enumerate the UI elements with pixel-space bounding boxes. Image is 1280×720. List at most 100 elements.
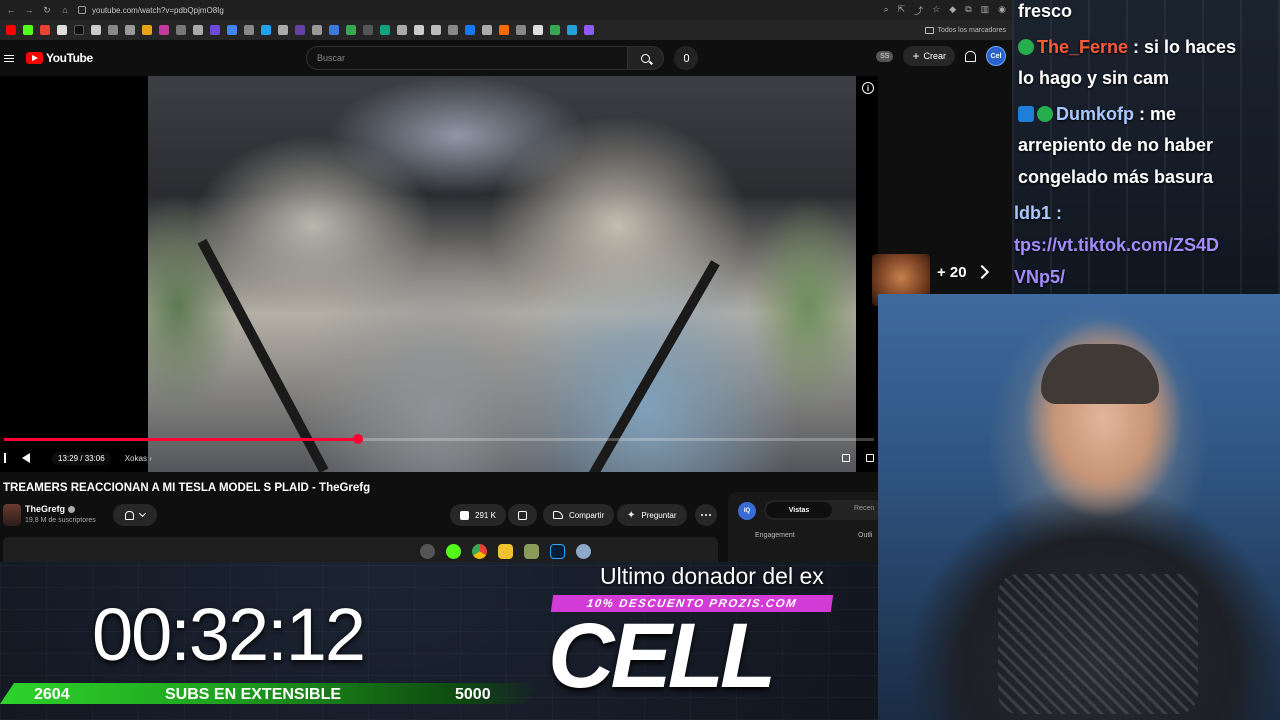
bookmark-instagram-icon[interactable] <box>159 25 169 35</box>
browser-toolbar-icons: ⌕ ⇱ ⤴ ☆ ◆ ⧉ ▥ ◉ <box>884 4 1006 17</box>
volume-icon[interactable] <box>22 453 30 463</box>
url-field[interactable]: youtube.com/watch?v=pdbQpjmO8Ig <box>78 6 876 15</box>
reload-icon[interactable]: ↻ <box>42 5 52 16</box>
home-icon[interactable]: ⌂ <box>60 5 70 15</box>
bookmark-icon[interactable] <box>584 25 594 35</box>
dislike-button[interactable] <box>508 504 537 526</box>
bookmark-gmail-icon[interactable] <box>40 25 50 35</box>
bookmark-icon[interactable] <box>142 25 152 35</box>
bookmark-tiktok-icon[interactable] <box>74 25 84 35</box>
bookmark-icon[interactable] <box>227 25 237 35</box>
extension-logo[interactable]: IQ <box>738 502 756 520</box>
miniplayer-icon[interactable] <box>842 454 850 462</box>
bookmark-icon[interactable] <box>125 25 135 35</box>
chat-text: lo hago y sin cam <box>1018 68 1170 88</box>
taskbar-app-icon[interactable] <box>446 543 461 559</box>
pause-icon[interactable] <box>4 453 8 463</box>
time-display: 13:29 / 33:06 <box>52 451 111 465</box>
bookmark-icon[interactable] <box>533 25 543 35</box>
youtube-logo[interactable]: YouTube <box>26 51 93 65</box>
account-avatar[interactable]: Cel <box>986 46 1006 66</box>
video-frame[interactable] <box>148 76 856 472</box>
search-button[interactable] <box>628 46 664 70</box>
star-icon[interactable]: ☆ <box>932 4 940 17</box>
voice-search-button[interactable] <box>674 46 698 70</box>
bookmark-icon[interactable] <box>482 25 492 35</box>
bookmark-icon[interactable] <box>244 25 254 35</box>
bookmark-icon[interactable] <box>431 25 441 35</box>
bookmark-icon[interactable] <box>397 25 407 35</box>
bookmark-icon[interactable] <box>346 25 356 35</box>
extension-badge[interactable]: SS <box>876 50 894 62</box>
back-icon[interactable]: ← <box>6 5 16 15</box>
bookmark-p-icon[interactable] <box>91 25 101 35</box>
more-actions-button[interactable] <box>695 504 717 526</box>
channel-row: TheGrefg 19,8 M de suscriptores 291 K Co… <box>3 502 718 530</box>
tab-recent[interactable]: Recen <box>854 505 874 512</box>
channel-avatar[interactable] <box>3 504 21 526</box>
like-button[interactable]: 291 K <box>450 504 506 526</box>
profile-icon[interactable]: ◉ <box>998 4 1006 17</box>
tab-views[interactable]: Vistas <box>766 502 832 518</box>
bookmarks-folder[interactable]: Todos los marcadores <box>924 26 1006 34</box>
bookmark-icon[interactable] <box>499 25 509 35</box>
fullscreen-icon[interactable] <box>866 454 874 462</box>
last-donor-title: Ultimo donador del ex <box>600 563 824 589</box>
taskbar-app-icon[interactable] <box>524 543 539 559</box>
chat-link-text: VNp5/ <box>1014 267 1066 287</box>
progress-bar[interactable] <box>4 434 874 444</box>
bookmark-icon[interactable] <box>193 25 203 35</box>
video-title: TREAMERS REACCIONAN A MI TESLA MODEL S P… <box>3 482 371 494</box>
menu-icon[interactable] <box>4 54 14 62</box>
bookmark-icon[interactable] <box>278 25 288 35</box>
taskbar-app-icon[interactable] <box>576 543 591 559</box>
ask-button[interactable]: ✦ Preguntar <box>617 504 687 526</box>
subscription-bell-button[interactable] <box>113 504 157 526</box>
description-box[interactable] <box>3 537 718 562</box>
taskbar-chrome-icon[interactable] <box>472 543 487 559</box>
taskbar-photoshop-icon[interactable] <box>550 543 565 559</box>
bookmark-icon[interactable] <box>312 25 322 35</box>
notifications-icon[interactable] <box>965 50 976 62</box>
bookmark-icon[interactable] <box>261 25 271 35</box>
chapter-button[interactable]: Xokas › <box>125 454 152 463</box>
install-icon[interactable]: ⇱ <box>898 4 906 17</box>
create-button[interactable]: + Crear <box>903 46 955 66</box>
bookmark-x-icon[interactable] <box>57 25 67 35</box>
microphone-icon <box>683 54 689 62</box>
forward-icon[interactable]: → <box>24 5 34 15</box>
bookmark-icon[interactable] <box>295 25 305 35</box>
bookmark-icon[interactable] <box>108 25 118 35</box>
bookmark-chatgpt-icon[interactable] <box>380 25 390 35</box>
taskbar-folder-icon[interactable] <box>498 543 513 559</box>
share-icon <box>553 511 563 519</box>
taskbar-clock-icon[interactable] <box>420 543 435 559</box>
channel-name[interactable]: TheGrefg <box>25 504 76 514</box>
chat-link[interactable]: tps://vt.tiktok.com/ZS4D <box>1014 230 1219 261</box>
bookmark-icon[interactable] <box>448 25 458 35</box>
extensions-puzzle-icon[interactable]: ⧉ <box>965 4 971 17</box>
bookmark-icon[interactable] <box>363 25 373 35</box>
bookmark-kick-icon[interactable] <box>23 25 33 35</box>
bookmark-icon[interactable] <box>329 25 339 35</box>
bookmark-icon[interactable] <box>516 25 526 35</box>
search-input[interactable]: Buscar <box>306 46 628 70</box>
bookmark-youtube-icon[interactable] <box>6 25 16 35</box>
extension-icon[interactable]: ◆ <box>949 4 956 17</box>
ask-label: Preguntar <box>641 510 677 520</box>
share-page-icon[interactable]: ⤴ <box>914 4 923 17</box>
sidepanel-icon[interactable]: ▥ <box>981 4 990 17</box>
site-info-icon[interactable] <box>78 6 86 14</box>
bookmark-icon[interactable] <box>414 25 424 35</box>
bookmark-icon[interactable] <box>176 25 186 35</box>
bookmark-icon[interactable] <box>567 25 577 35</box>
share-button[interactable]: Compartir <box>543 504 615 526</box>
video-player[interactable]: i 13:29 / 33:06 Xokas › <box>0 76 878 472</box>
bookmark-icon[interactable] <box>550 25 560 35</box>
analytics-side-panel: IQ Vistas Recen Engagement Outli <box>728 492 884 562</box>
bookmark-icon[interactable] <box>465 25 475 35</box>
bookmark-twitch-icon[interactable] <box>210 25 220 35</box>
info-icon[interactable]: i <box>862 82 874 94</box>
zoom-icon[interactable]: ⌕ <box>884 4 889 17</box>
chat-link[interactable]: VNp5/ <box>1014 262 1065 293</box>
